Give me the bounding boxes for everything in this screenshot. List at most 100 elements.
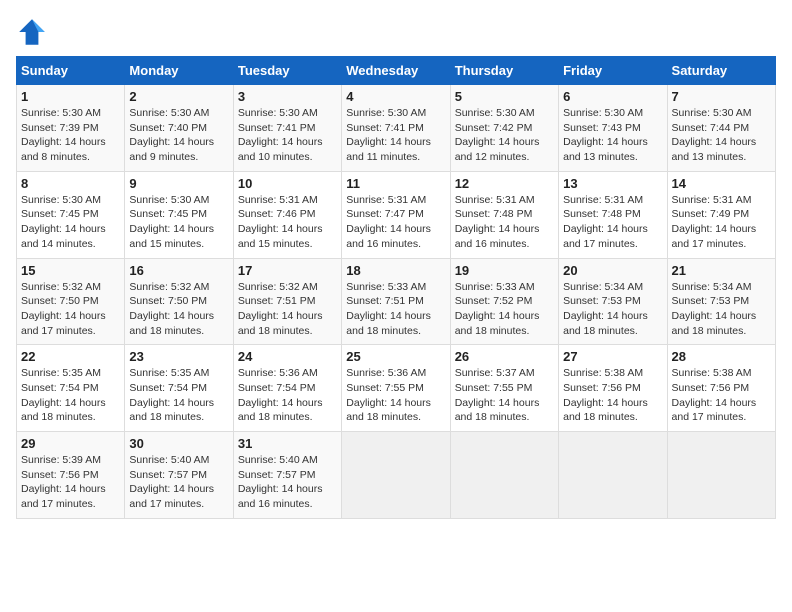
calendar-cell: 11Sunrise: 5:31 AM Sunset: 7:47 PM Dayli… (342, 171, 450, 258)
day-header-tuesday: Tuesday (233, 57, 341, 85)
calendar-table: SundayMondayTuesdayWednesdayThursdayFrid… (16, 56, 776, 519)
day-info: Sunrise: 5:30 AM Sunset: 7:41 PM Dayligh… (238, 106, 337, 165)
day-number: 28 (672, 349, 771, 364)
calendar-cell: 1 Sunrise: 5:30 AM Sunset: 7:39 PM Daylig… (17, 85, 125, 172)
day-number: 16 (129, 263, 228, 278)
calendar-cell: 16 Sunrise: 5:32 AM Sunset: 7:50 PM Dayli… (125, 258, 233, 345)
day-number: 17 (238, 263, 337, 278)
day-number: 2 (129, 89, 228, 104)
day-header-friday: Friday (559, 57, 667, 85)
day-info: Sunrise: 5:38 AM Sunset: 7:56 PM Dayligh… (563, 366, 662, 425)
day-number: 19 (455, 263, 554, 278)
day-info: Sunrise: 5:37 AM Sunset: 7:55 PM Dayligh… (455, 366, 554, 425)
day-number: 26 (455, 349, 554, 364)
day-number: 4 (346, 89, 445, 104)
day-info: Sunrise: 5:40 AM Sunset: 7:57 PM Dayligh… (129, 453, 228, 512)
day-info: Sunrise: 5:35 AM Sunset: 7:54 PM Dayligh… (129, 366, 228, 425)
calendar-cell (342, 432, 450, 519)
calendar-cell: 25Sunrise: 5:36 AM Sunset: 7:55 PM Dayli… (342, 345, 450, 432)
day-number: 3 (238, 89, 337, 104)
day-number: 22 (21, 349, 120, 364)
day-info: Sunrise: 5:40 AM Sunset: 7:57 PM Dayligh… (238, 453, 337, 512)
calendar-cell: 7Sunrise: 5:30 AM Sunset: 7:44 PM Daylig… (667, 85, 775, 172)
calendar-cell (450, 432, 558, 519)
day-info: Sunrise: 5:30 AM Sunset: 7:45 PM Dayligh… (129, 193, 228, 252)
day-number: 13 (563, 176, 662, 191)
calendar-week-2: 8Sunrise: 5:30 AM Sunset: 7:45 PM Daylig… (17, 171, 776, 258)
calendar-cell: 12 Sunrise: 5:31 AM Sunset: 7:48 PM Dayli… (450, 171, 558, 258)
day-info: Sunrise: 5:39 AM Sunset: 7:56 PM Dayligh… (21, 453, 120, 512)
calendar-week-4: 22 Sunrise: 5:35 AM Sunset: 7:54 PM Dayli… (17, 345, 776, 432)
day-number: 5 (455, 89, 554, 104)
day-info: Sunrise: 5:30 AM Sunset: 7:41 PM Dayligh… (346, 106, 445, 165)
day-info: Sunrise: 5:30 AM Sunset: 7:42 PM Dayligh… (455, 106, 554, 165)
day-header-wednesday: Wednesday (342, 57, 450, 85)
calendar-cell: 4 Sunrise: 5:30 AM Sunset: 7:41 PM Daylig… (342, 85, 450, 172)
day-number: 21 (672, 263, 771, 278)
calendar-cell: 27 Sunrise: 5:38 AM Sunset: 7:56 PM Dayli… (559, 345, 667, 432)
calendar-cell: 17 Sunrise: 5:32 AM Sunset: 7:51 PM Dayli… (233, 258, 341, 345)
calendar-cell: 14 Sunrise: 5:31 AM Sunset: 7:49 PM Dayli… (667, 171, 775, 258)
day-number: 29 (21, 436, 120, 451)
day-info: Sunrise: 5:34 AM Sunset: 7:53 PM Dayligh… (563, 280, 662, 339)
day-info: Sunrise: 5:36 AM Sunset: 7:55 PM Dayligh… (346, 366, 445, 425)
day-info: Sunrise: 5:30 AM Sunset: 7:39 PM Dayligh… (21, 106, 120, 165)
day-header-saturday: Saturday (667, 57, 775, 85)
calendar-cell: 6Sunrise: 5:30 AM Sunset: 7:43 PM Daylig… (559, 85, 667, 172)
day-number: 1 (21, 89, 120, 104)
calendar-cell: 30Sunrise: 5:40 AM Sunset: 7:57 PM Dayli… (125, 432, 233, 519)
day-number: 14 (672, 176, 771, 191)
days-header-row: SundayMondayTuesdayWednesdayThursdayFrid… (17, 57, 776, 85)
day-header-sunday: Sunday (17, 57, 125, 85)
day-info: Sunrise: 5:33 AM Sunset: 7:51 PM Dayligh… (346, 280, 445, 339)
day-info: Sunrise: 5:34 AM Sunset: 7:53 PM Dayligh… (672, 280, 771, 339)
day-info: Sunrise: 5:32 AM Sunset: 7:51 PM Dayligh… (238, 280, 337, 339)
calendar-cell: 10 Sunrise: 5:31 AM Sunset: 7:46 PM Dayli… (233, 171, 341, 258)
day-info: Sunrise: 5:30 AM Sunset: 7:40 PM Dayligh… (129, 106, 228, 165)
day-info: Sunrise: 5:30 AM Sunset: 7:43 PM Dayligh… (563, 106, 662, 165)
calendar-cell: 23 Sunrise: 5:35 AM Sunset: 7:54 PM Dayli… (125, 345, 233, 432)
logo-icon (16, 16, 48, 48)
calendar-cell: 20 Sunrise: 5:34 AM Sunset: 7:53 PM Dayli… (559, 258, 667, 345)
day-info: Sunrise: 5:35 AM Sunset: 7:54 PM Dayligh… (21, 366, 120, 425)
day-number: 27 (563, 349, 662, 364)
day-number: 9 (129, 176, 228, 191)
day-number: 12 (455, 176, 554, 191)
calendar-cell: 28 Sunrise: 5:38 AM Sunset: 7:56 PM Dayli… (667, 345, 775, 432)
day-info: Sunrise: 5:31 AM Sunset: 7:46 PM Dayligh… (238, 193, 337, 252)
day-number: 7 (672, 89, 771, 104)
day-info: Sunrise: 5:33 AM Sunset: 7:52 PM Dayligh… (455, 280, 554, 339)
calendar-cell: 5 Sunrise: 5:30 AM Sunset: 7:42 PM Daylig… (450, 85, 558, 172)
day-number: 10 (238, 176, 337, 191)
day-info: Sunrise: 5:31 AM Sunset: 7:48 PM Dayligh… (455, 193, 554, 252)
calendar-cell: 8Sunrise: 5:30 AM Sunset: 7:45 PM Daylig… (17, 171, 125, 258)
calendar-cell: 24Sunrise: 5:36 AM Sunset: 7:54 PM Dayli… (233, 345, 341, 432)
day-info: Sunrise: 5:31 AM Sunset: 7:47 PM Dayligh… (346, 193, 445, 252)
day-number: 31 (238, 436, 337, 451)
day-info: Sunrise: 5:31 AM Sunset: 7:49 PM Dayligh… (672, 193, 771, 252)
day-info: Sunrise: 5:30 AM Sunset: 7:45 PM Dayligh… (21, 193, 120, 252)
day-number: 23 (129, 349, 228, 364)
day-number: 15 (21, 263, 120, 278)
calendar-cell: 29 Sunrise: 5:39 AM Sunset: 7:56 PM Dayli… (17, 432, 125, 519)
calendar-cell: 22 Sunrise: 5:35 AM Sunset: 7:54 PM Dayli… (17, 345, 125, 432)
day-header-thursday: Thursday (450, 57, 558, 85)
calendar-cell: 18Sunrise: 5:33 AM Sunset: 7:51 PM Dayli… (342, 258, 450, 345)
logo (16, 16, 52, 48)
calendar-week-1: 1 Sunrise: 5:30 AM Sunset: 7:39 PM Daylig… (17, 85, 776, 172)
day-info: Sunrise: 5:31 AM Sunset: 7:48 PM Dayligh… (563, 193, 662, 252)
calendar-cell (559, 432, 667, 519)
day-info: Sunrise: 5:36 AM Sunset: 7:54 PM Dayligh… (238, 366, 337, 425)
day-number: 20 (563, 263, 662, 278)
calendar-cell: 3 Sunrise: 5:30 AM Sunset: 7:41 PM Daylig… (233, 85, 341, 172)
day-info: Sunrise: 5:38 AM Sunset: 7:56 PM Dayligh… (672, 366, 771, 425)
day-header-monday: Monday (125, 57, 233, 85)
calendar-cell: 2 Sunrise: 5:30 AM Sunset: 7:40 PM Daylig… (125, 85, 233, 172)
calendar-cell: 31 Sunrise: 5:40 AM Sunset: 7:57 PM Dayli… (233, 432, 341, 519)
day-info: Sunrise: 5:32 AM Sunset: 7:50 PM Dayligh… (129, 280, 228, 339)
calendar-cell: 13 Sunrise: 5:31 AM Sunset: 7:48 PM Dayli… (559, 171, 667, 258)
calendar-cell: 21 Sunrise: 5:34 AM Sunset: 7:53 PM Dayli… (667, 258, 775, 345)
calendar-cell: 26 Sunrise: 5:37 AM Sunset: 7:55 PM Dayli… (450, 345, 558, 432)
calendar-cell (667, 432, 775, 519)
day-info: Sunrise: 5:32 AM Sunset: 7:50 PM Dayligh… (21, 280, 120, 339)
